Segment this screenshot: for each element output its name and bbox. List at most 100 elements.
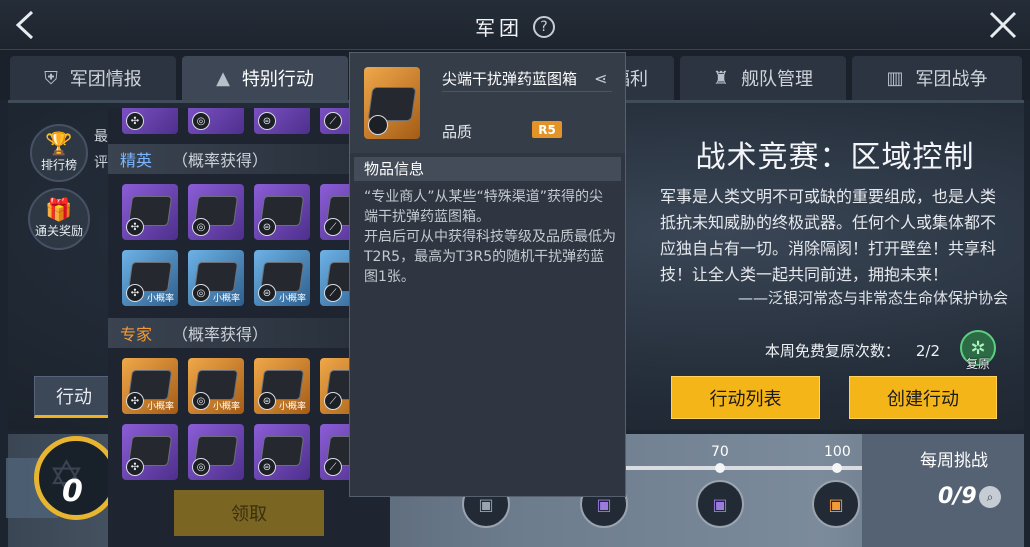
section-name: 精英 [120,151,153,170]
reward-list-panel[interactable]: ✣ ◎ ⊜ ⟋ 精英 （概率获得） 未达 ✣ ◎ ⊜ ⟋ ✣小概率 ◎小概率 ⊜… [108,108,390,547]
chest-icon: ▣ [828,494,844,514]
trophy-icon: 🏆 [45,131,73,157]
badge-icon: ◎ [192,112,210,130]
reward-item[interactable]: ◎ 小概率 [188,250,244,306]
item-image [364,67,420,139]
progress-tick-100 [832,463,842,473]
rank-badge: R5 [532,121,562,138]
reward-item[interactable]: ◎ [188,108,244,134]
share-icon[interactable]: ⋖ [594,69,607,88]
item-tooltip: 尖端干扰弹药蓝图箱 ⋖ 品质 R5 物品信息 “专业商人”从某些“特殊渠道”获得… [349,52,626,497]
small-prob-tag: 小概率 [278,402,306,412]
reward-chest[interactable]: ▣ [696,480,744,528]
small-prob-tag: 小概率 [146,294,174,304]
small-prob-tag: 小概率 [212,402,240,412]
tab-label: 军团战争 [915,69,988,90]
chest-icon: ▣ [596,494,612,514]
action-list-label: 行动列表 [709,388,782,410]
small-prob-tag: 小概率 [146,402,174,412]
info-title: 物品信息 [354,157,621,181]
tooltip-header: 尖端干扰弹药蓝图箱 ⋖ 品质 R5 [350,53,625,153]
top-bar: 军团? [0,0,1030,50]
fleet-icon: ♜ [712,67,730,89]
reward-item[interactable]: ⊜ [254,424,310,480]
reward-item[interactable]: ✣ [122,108,178,134]
restore-icon-label: 复原 [965,357,990,371]
reward-item[interactable]: ◎ 小概率 [188,358,244,414]
search-icon[interactable]: ⌕ [979,486,1001,508]
create-action-button[interactable]: 创建行动 [849,376,997,419]
tab-legion-war[interactable]: ▥ 军团战争 [852,56,1022,100]
tab-fleet-management[interactable]: ♜ 舰队管理 [680,56,846,100]
tab-special-ops[interactable]: ▲ 特别行动 [182,56,348,100]
event-title: 战术竞赛：区域控制 [695,140,975,175]
reward-item[interactable]: ◎ [188,184,244,240]
reward-item[interactable]: ✣ 小概率 [122,250,178,306]
badge-icon: ✣ [126,112,144,130]
delta-icon: ▲ [216,67,230,89]
restore-label: 本周免费复原次数： [764,342,900,360]
claim-button[interactable]: 领取 [174,490,324,536]
section-prob: （概率获得） [172,325,269,344]
ranking-button[interactable]: 🏆 排行榜 [30,124,88,182]
badge-icon [368,115,388,135]
close-icon [989,11,1017,39]
reward-item[interactable]: ⊜ [254,108,310,134]
badge-icon: ⟋ [324,284,342,302]
item-name: 尖端干扰弹药蓝图箱 [442,70,578,88]
badge-icon: ✣ [126,218,144,236]
badge-icon: ✣ [126,458,144,476]
page-title: 军团? [0,12,1030,41]
clear-reward-button[interactable]: 🎁 通关奖励 [28,188,90,250]
progress-tick-70 [715,463,725,473]
info-line: “专业商人”从某些“特殊渠道”获得的尖端干扰弹药蓝图箱。 [364,189,604,225]
reward-item[interactable]: ◎ [188,424,244,480]
action-button[interactable]: 行动 [34,376,114,418]
small-prob-tag: 小概率 [278,294,306,304]
war-icon: ▥ [886,67,904,89]
page-title-text: 军团 [475,16,523,40]
weekly-challenge-count: 0/9 [938,484,977,509]
badge-icon: ⊜ [258,458,276,476]
close-button[interactable] [984,6,1022,44]
expert-section-header: 专家 （概率获得） 未达 [108,318,390,348]
reward-item[interactable]: ✣ [122,184,178,240]
badge-icon: ⊜ [258,284,276,302]
reward-item[interactable]: ⊜ [254,184,310,240]
badge-icon: ✣ [126,392,144,410]
create-action-label: 创建行动 [887,388,959,410]
event-signature: ——泛银河常态与非常态生命体保护协会 [737,289,1008,307]
small-prob-tag: 小概率 [212,294,240,304]
restore-count: 本周免费复原次数： 2/2 [680,340,940,361]
chest-icon: ▣ [712,494,728,514]
tab-label: 舰队管理 [741,69,814,90]
milestone-label: 100 [824,444,851,460]
badge-icon: ⟋ [324,392,342,410]
badge-icon: ◎ [192,392,210,410]
ranking-label: 排行榜 [40,157,77,172]
badge-icon: ⟋ [324,458,342,476]
divider [442,91,612,92]
claim-label: 领取 [231,504,267,525]
tab-label: 特别行动 [241,69,314,90]
tab-legion-intel[interactable]: ⛨ 军团情报 [10,56,176,100]
badge-icon: ⊜ [258,392,276,410]
milestone-label: 70 [711,444,729,460]
badge-icon: ⊜ [258,112,276,130]
badge-icon: ⊜ [258,218,276,236]
badge-icon: ◎ [192,458,210,476]
reward-item[interactable]: ✣ 小概率 [122,358,178,414]
action-label: 行动 [56,387,92,408]
help-icon[interactable]: ? [533,15,555,38]
event-description: 军事是人类文明不可或缺的重要组成，也是人类抵抗未知威胁的终极武器。任何个人或集体… [660,187,997,284]
reward-item[interactable]: ⊜ 小概率 [254,250,310,306]
reward-item[interactable]: ⊜ 小概率 [254,358,310,414]
section-name: 专家 [120,325,153,344]
info-line: 开启后可从中获得科技等级及品质最低为T2R5，最高为T3R5的随机干扰弹药蓝图1… [364,229,616,285]
gift-icon: 🎁 [45,197,73,223]
reward-item[interactable]: ✣ [122,424,178,480]
badge-icon: ◎ [192,284,210,302]
reward-chest[interactable]: ▣ [812,480,860,528]
section-prob: （概率获得） [172,151,269,170]
action-list-button[interactable]: 行动列表 [671,376,820,419]
